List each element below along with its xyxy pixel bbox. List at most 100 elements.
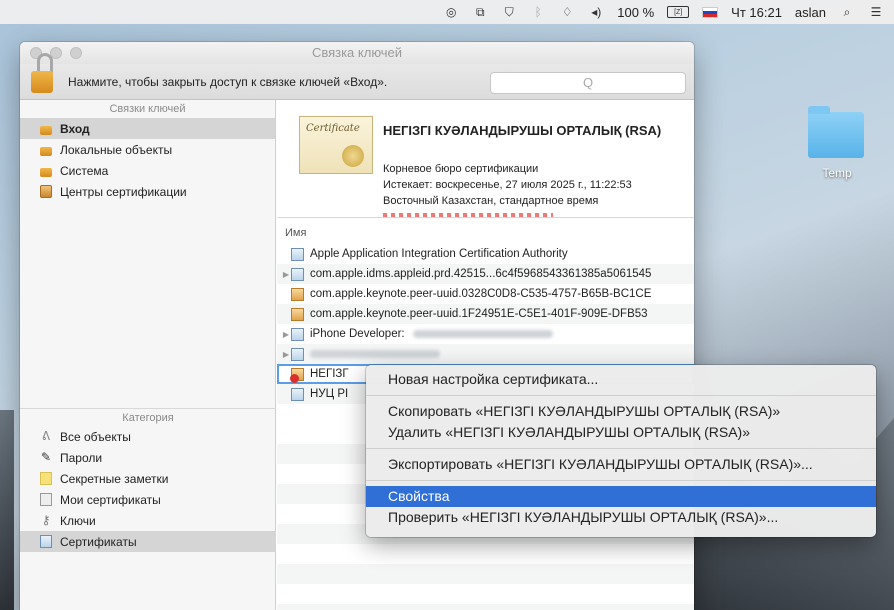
sidebar-item-system[interactable]: Система <box>20 160 275 181</box>
category-my-certificates[interactable]: Мои сертификаты <box>20 489 276 510</box>
screen-icon[interactable]: ⧉ <box>472 4 488 20</box>
cabinet-icon <box>40 185 52 198</box>
desktop-wallpaper-left <box>0 410 14 610</box>
row-label: com.apple.keynote.peer-uuid.0328C0D8-C53… <box>310 288 652 300</box>
certificate-icon <box>291 307 304 321</box>
category-label: Мои сертификаты <box>60 492 161 507</box>
battery-percent[interactable]: 100 % <box>617 5 654 20</box>
certificate-warning-line <box>383 213 553 217</box>
category-header-wrap: Категория <box>20 408 276 427</box>
category-label: Все объекты <box>60 429 131 444</box>
certificate-icon <box>291 347 304 361</box>
table-row[interactable]: Apple Application Integration Certificat… <box>277 244 694 264</box>
certificate-icon <box>291 287 304 301</box>
menu-item-delete[interactable]: Удалить «НЕГІЗГІ КУӘЛАНДЫРУШЫ ОРТАЛЫҚ (R… <box>366 422 876 443</box>
table-row[interactable]: ▶ iPhone Developer: <box>277 324 694 344</box>
desktop-folder-icon[interactable] <box>808 106 864 158</box>
category-passwords[interactable]: ✎ Пароли <box>20 447 276 468</box>
id-card-icon <box>40 493 52 506</box>
category-label: Пароли <box>60 450 103 465</box>
key-icon: ⚷ <box>41 513 51 527</box>
title-bar: Связка ключей <box>20 42 694 64</box>
row-label: com.apple.keynote.peer-uuid.1F24951E-C5E… <box>310 308 648 320</box>
lock-hint[interactable]: Нажмите, чтобы закрыть доступ к связке к… <box>68 75 387 89</box>
unlocked-padlock-icon[interactable] <box>31 53 57 93</box>
search-input[interactable]: Q <box>490 72 686 94</box>
row-label: com.apple.idms.appleid.prd.42515...6c4f5… <box>310 268 652 280</box>
input-language-flag-icon[interactable] <box>702 6 719 18</box>
sidebar-item-login[interactable]: Вход <box>20 118 275 139</box>
menubar-clock[interactable]: Чт 16:21 <box>731 5 782 20</box>
sidebar-item-label: Вход <box>60 121 90 136</box>
certificate-subtitle: Корневое бюро сертификации <box>383 163 539 175</box>
sidebar-item-system-roots[interactable]: Центры сертификации <box>20 181 275 202</box>
zoom-button[interactable] <box>70 47 82 59</box>
category-label: Ключи <box>60 513 96 528</box>
sidebar-item-local-items[interactable]: Локальные объекты <box>20 139 275 160</box>
row-label: iPhone Developer: <box>310 328 405 340</box>
spotlight-search-icon[interactable]: ⌕ <box>839 4 855 20</box>
certificate-icon <box>291 247 304 261</box>
table-row[interactable]: ▶ com.apple.idms.appleid.prd.42515...6c4… <box>277 264 694 284</box>
volume-icon[interactable]: ◂) <box>588 4 604 20</box>
category-list: ᕕ Все объекты ✎ Пароли Секретные заметки… <box>20 426 276 552</box>
category-all-items[interactable]: ᕕ Все объекты <box>20 426 276 447</box>
redacted-text <box>412 330 553 338</box>
certificate-icon <box>40 535 52 548</box>
table-row[interactable]: com.apple.keynote.peer-uuid.0328C0D8-C53… <box>277 284 694 304</box>
category-secure-notes[interactable]: Секретные заметки <box>20 468 276 489</box>
app-status-icon[interactable]: ◎ <box>443 4 459 20</box>
row-label: Apple Application Integration Certificat… <box>310 248 568 260</box>
category-label: Секретные заметки <box>60 471 169 486</box>
certificate-icon <box>291 387 304 401</box>
row-label: НУЦ РІ <box>310 388 349 400</box>
window-title: Связка ключей <box>311 45 403 60</box>
category-certificates[interactable]: Сертификаты <box>20 531 276 552</box>
certificate-summary: Certificate НЕГІЗГІ КУӘЛАНДЫРУШЫ ОРТАЛЫҚ… <box>277 100 694 218</box>
certificate-title: НЕГІЗГІ КУӘЛАНДЫРУШЫ ОРТАЛЫҚ (RSA) <box>383 123 662 138</box>
certificate-large-icon: Certificate <box>299 116 373 174</box>
menu-separator <box>366 448 876 449</box>
sidebar: Связки ключей Вход Локальные объекты Сис… <box>20 100 276 610</box>
category-label: Сертификаты <box>60 534 137 549</box>
wifi-icon[interactable]: ♢ <box>559 4 575 20</box>
seal-icon <box>342 145 364 167</box>
notification-center-icon[interactable]: ☰ <box>868 4 884 20</box>
menu-bar: ◎ ⧉ ⛉ ᛒ ♢ ◂) 100 % [Z] Чт 16:21 aslan ⌕ … <box>0 0 894 24</box>
pen-icon: ✎ <box>40 450 52 464</box>
redacted-text <box>310 350 440 358</box>
bluetooth-icon[interactable]: ᛒ <box>530 4 546 20</box>
shield-status-icon[interactable]: ⛉ <box>501 4 517 20</box>
table-row[interactable]: com.apple.keynote.peer-uuid.1F24951E-C5E… <box>277 304 694 324</box>
note-icon <box>40 472 52 485</box>
column-header-name[interactable]: Имя <box>277 224 694 242</box>
menu-item-new-certificate-preference[interactable]: Новая настройка сертификата... <box>366 369 876 390</box>
menu-separator <box>366 395 876 396</box>
sidebar-item-label: Локальные объекты <box>60 142 173 157</box>
context-menu: Новая настройка сертификата... Скопирова… <box>366 365 876 537</box>
open-lock-icon <box>40 147 52 156</box>
menubar-user[interactable]: aslan <box>795 5 826 20</box>
menu-item-get-info[interactable]: Свойства <box>366 486 876 507</box>
certificate-expiry: Истекает: воскресенье, 27 июля 2025 г., … <box>383 179 632 191</box>
desktop-folder-label[interactable]: Temp <box>812 166 862 180</box>
menu-item-evaluate[interactable]: Проверить «НЕГІЗГІ КУӘЛАНДЫРУШЫ ОРТАЛЫҚ … <box>366 507 876 528</box>
untrusted-certificate-icon <box>290 367 304 383</box>
sidebar-item-label: Система <box>60 163 109 178</box>
battery-icon[interactable]: [Z] <box>667 6 690 18</box>
category-keys[interactable]: ⚷ Ключи <box>20 510 276 531</box>
disclosure-triangle-icon[interactable]: ▶ <box>277 330 291 339</box>
row-label: НЕГІЗГ <box>310 368 349 380</box>
sidebar-item-label: Центры сертификации <box>60 184 187 199</box>
keychains-header: Связки ключей <box>109 103 186 115</box>
open-lock-icon <box>40 126 52 135</box>
toolbar: Нажмите, чтобы закрыть доступ к связке к… <box>20 53 694 100</box>
lock-icon <box>40 168 52 177</box>
table-row[interactable]: ▶ <box>277 344 694 364</box>
menu-item-export[interactable]: Экспортировать «НЕГІЗГІ КУӘЛАНДЫРУШЫ ОРТ… <box>366 454 876 475</box>
certificate-image-text: Certificate <box>306 123 360 134</box>
menu-item-copy[interactable]: Скопировать «НЕГІЗГІ КУӘЛАНДЫРУШЫ ОРТАЛЫ… <box>366 401 876 422</box>
disclosure-triangle-icon[interactable]: ▶ <box>277 350 291 359</box>
disclosure-triangle-icon[interactable]: ▶ <box>277 270 291 279</box>
certificate-icon <box>291 327 304 341</box>
